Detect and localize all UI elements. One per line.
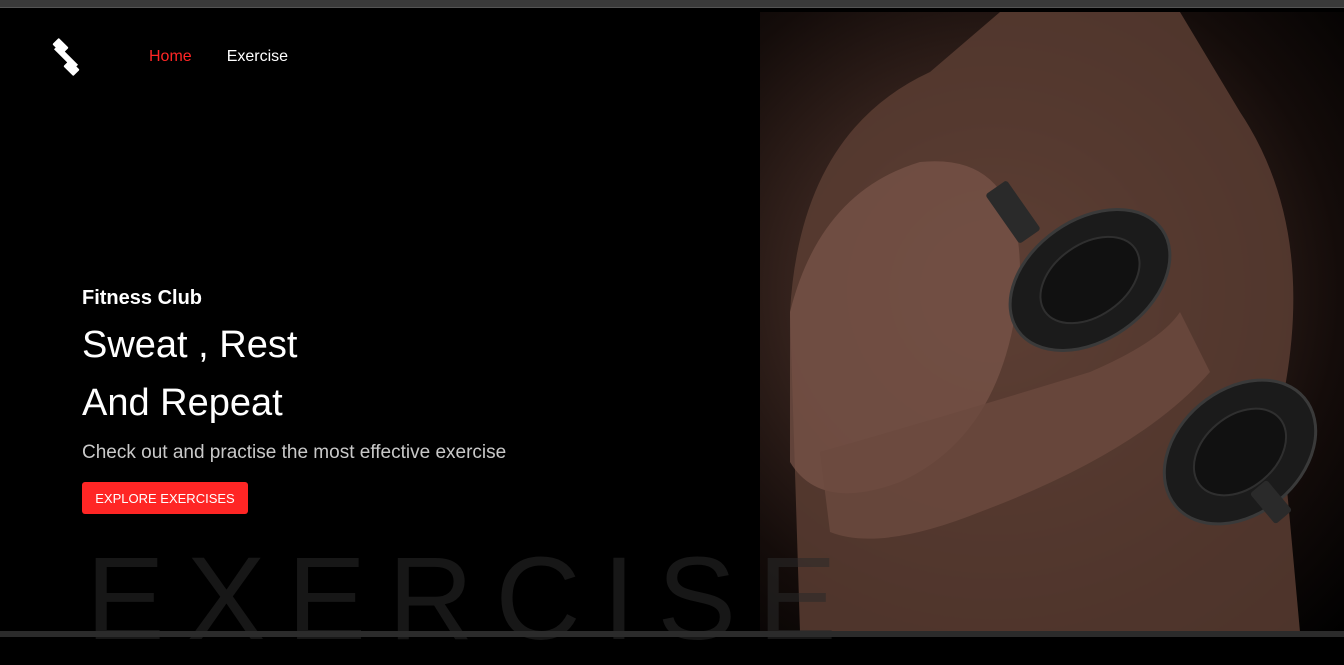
hero-text: Fitness Club Sweat , Rest And Repeat Che… — [82, 287, 506, 464]
nav-home[interactable]: Home — [149, 48, 192, 66]
horizontal-scrollbar[interactable] — [0, 631, 1344, 637]
hero-kicker: Fitness Club — [82, 287, 506, 310]
hero-headline-line2: And Repeat — [82, 382, 283, 424]
dumbbell-icon[interactable] — [46, 37, 86, 77]
hero-headline-line1: Sweat , Rest — [82, 324, 297, 366]
nav-exercise[interactable]: Exercise — [227, 48, 288, 66]
explore-exercises-button[interactable]: EXPLORE EXERCISES — [82, 482, 248, 514]
browser-top-bar — [0, 0, 1344, 8]
hero-headline: Sweat , Rest And Repeat — [82, 316, 506, 432]
main-nav: Home Exercise — [149, 48, 288, 66]
background-word: EXERCISE — [86, 540, 859, 658]
hero-subtitle: Check out and practise the most effectiv… — [82, 442, 506, 464]
